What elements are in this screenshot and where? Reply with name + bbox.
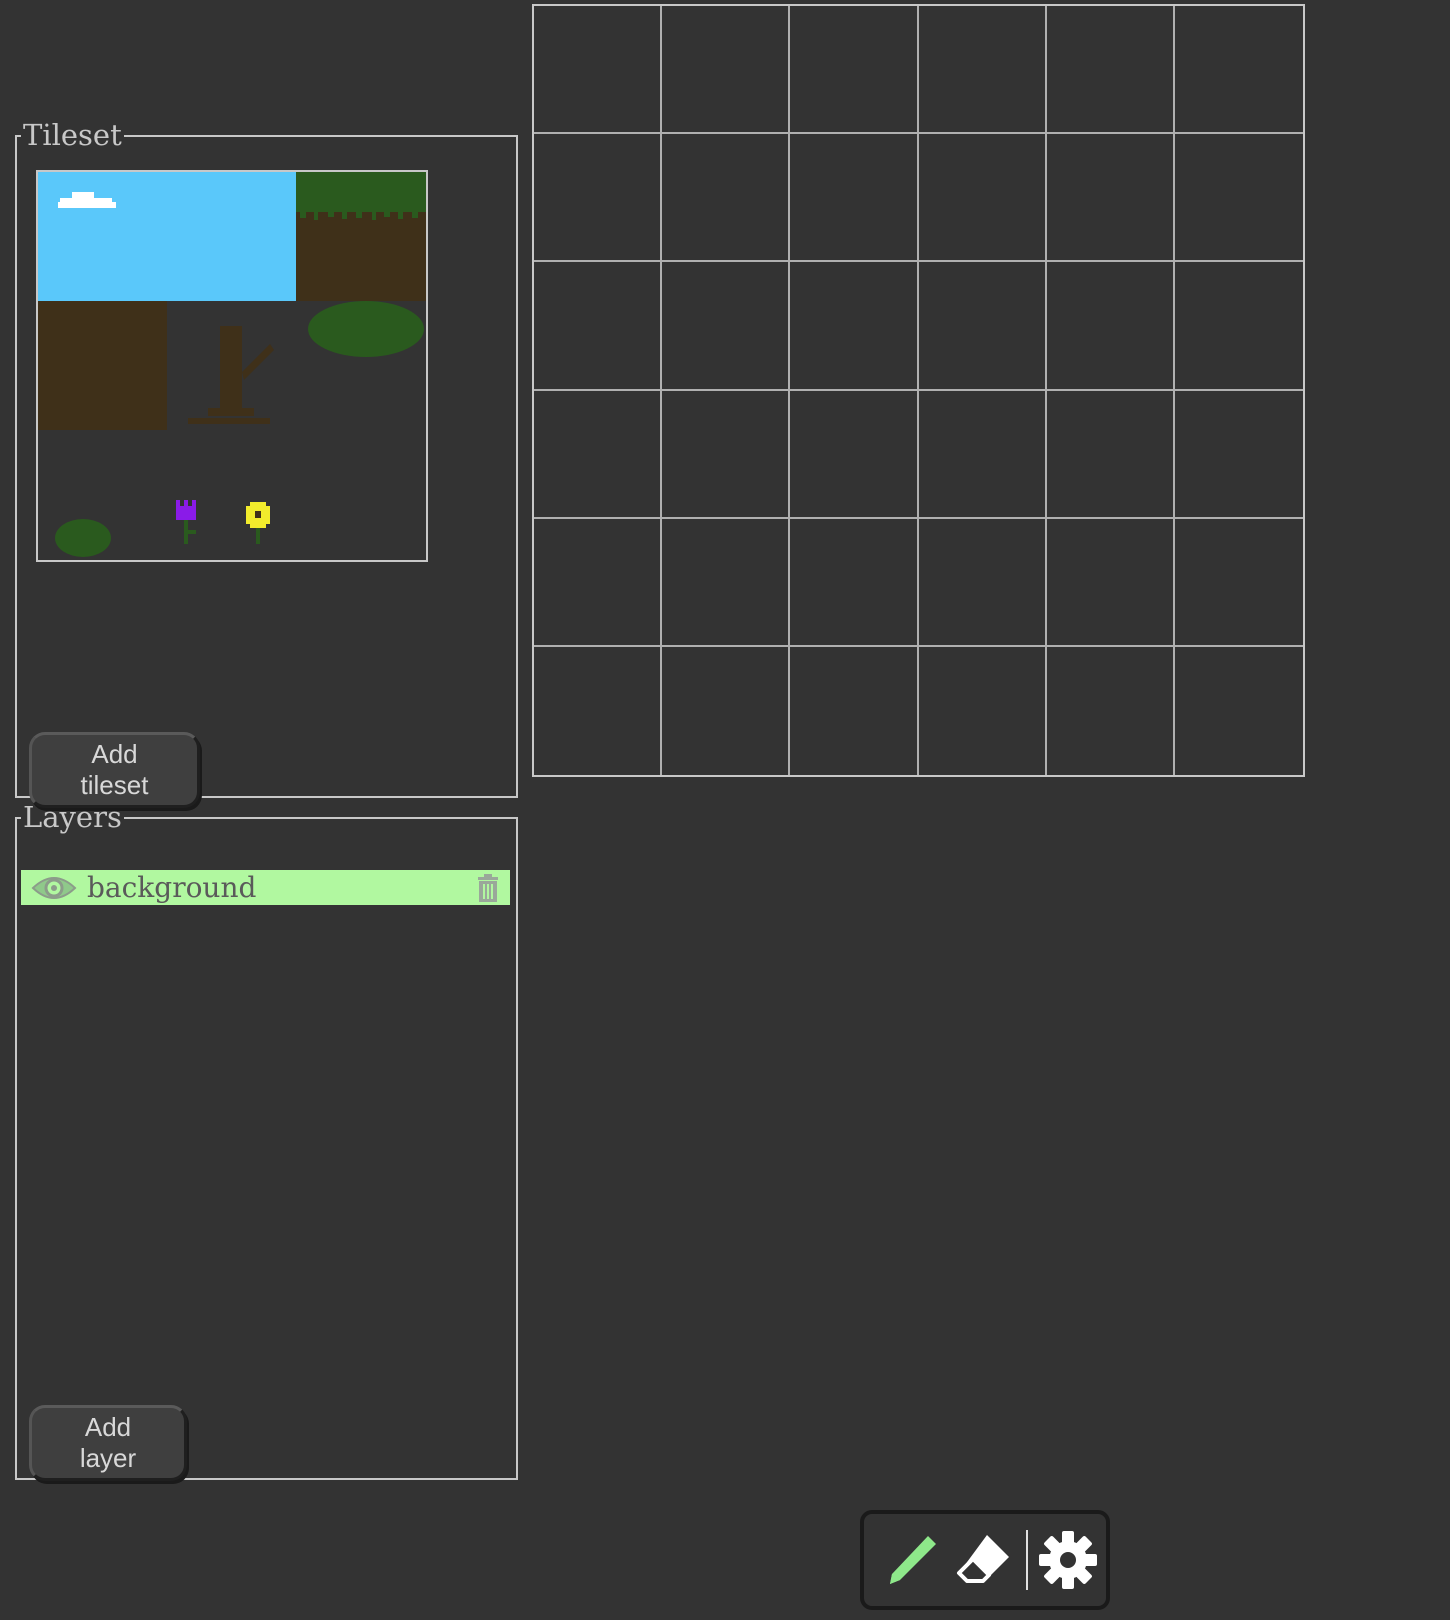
map-cell[interactable] <box>662 262 791 391</box>
map-cell[interactable] <box>790 134 919 263</box>
tree-trunk-tile <box>188 326 274 424</box>
map-cell[interactable] <box>1046 390 1175 519</box>
eraser-icon[interactable] <box>950 1526 1018 1594</box>
map-cell[interactable] <box>1046 134 1175 263</box>
map-cell[interactable] <box>790 6 919 135</box>
map-cell[interactable] <box>1047 646 1175 775</box>
map-cell[interactable] <box>1174 519 1303 647</box>
map-cell[interactable] <box>790 646 919 775</box>
layers-panel: Layers background Add layer <box>15 800 518 1481</box>
map-cell[interactable] <box>534 262 663 391</box>
layers-legend: Layers <box>23 800 122 834</box>
bush-small <box>55 519 111 557</box>
map-cell[interactable] <box>662 390 791 519</box>
map-cell[interactable] <box>534 6 663 135</box>
map-cell[interactable] <box>790 518 919 647</box>
tileset-image[interactable] <box>36 170 428 562</box>
gear-icon[interactable] <box>1034 1526 1102 1594</box>
layer-name: background <box>87 871 257 904</box>
dirt-tile <box>38 301 167 430</box>
map-cell[interactable] <box>919 646 1047 775</box>
map-cell[interactable] <box>1175 647 1303 775</box>
map-cell[interactable] <box>662 134 791 263</box>
eye-icon[interactable] <box>31 874 77 902</box>
map-cell[interactable] <box>1174 391 1303 519</box>
bush-large <box>308 301 424 357</box>
map-cell[interactable] <box>534 390 663 519</box>
yellow-flower-icon <box>246 502 270 544</box>
trash-icon[interactable] <box>476 874 500 902</box>
map-cell[interactable] <box>534 518 663 647</box>
map-canvas[interactable] <box>532 4 1305 777</box>
map-cell[interactable] <box>662 646 791 775</box>
map-cell[interactable] <box>1174 134 1303 263</box>
map-cell[interactable] <box>1046 262 1175 391</box>
map-cell[interactable] <box>534 134 663 263</box>
map-cell[interactable] <box>534 646 663 775</box>
layer-row-background[interactable]: background <box>21 870 510 905</box>
map-cell[interactable] <box>918 518 1047 647</box>
map-cell[interactable] <box>1046 6 1175 135</box>
map-cell[interactable] <box>1174 6 1303 135</box>
map-cell[interactable] <box>662 6 791 135</box>
map-cell[interactable] <box>790 390 919 519</box>
sky-tile <box>38 172 296 301</box>
toolbar <box>860 1510 1110 1610</box>
map-cell[interactable] <box>918 6 1047 135</box>
add-tileset-button[interactable]: Add tileset <box>29 732 200 808</box>
tileset-panel: Tileset Add tileset <box>15 118 518 808</box>
tileset-legend: Tileset <box>23 118 122 152</box>
map-cell[interactable] <box>1174 262 1303 391</box>
map-cell[interactable] <box>1046 518 1175 647</box>
add-layer-button[interactable]: Add layer <box>29 1405 187 1481</box>
map-cell[interactable] <box>790 262 919 391</box>
pencil-icon[interactable] <box>878 1526 946 1594</box>
map-cell[interactable] <box>662 518 791 647</box>
toolbar-separator <box>1026 1530 1028 1590</box>
map-cell[interactable] <box>918 262 1047 391</box>
tulip-icon <box>176 500 196 544</box>
map-cell[interactable] <box>918 390 1047 519</box>
map-cell[interactable] <box>918 134 1047 263</box>
